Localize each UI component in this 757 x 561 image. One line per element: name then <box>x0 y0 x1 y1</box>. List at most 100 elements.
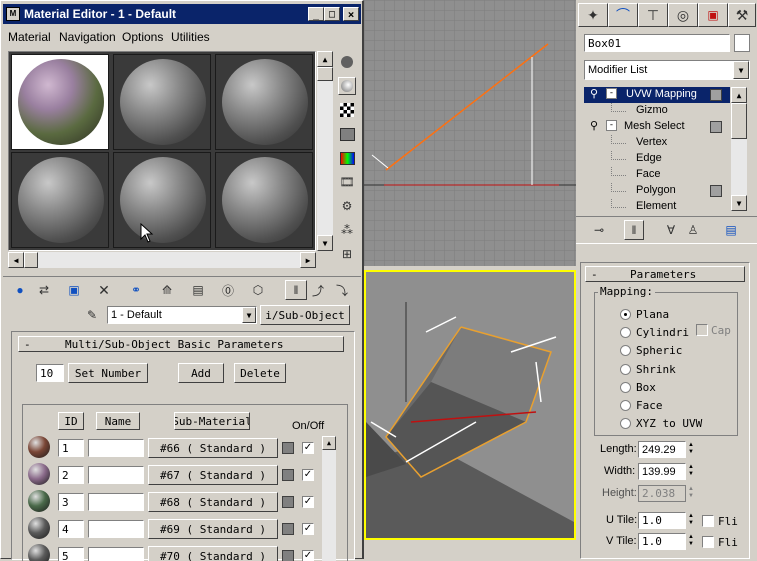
menu-options[interactable]: Options <box>122 30 163 44</box>
id-column-button[interactable]: ID <box>58 412 84 430</box>
set-number-button[interactable]: Set Number <box>68 363 148 383</box>
mapping-radio[interactable] <box>620 381 631 393</box>
submaterial-swatch-icon[interactable] <box>28 517 50 539</box>
object-color-swatch[interactable] <box>734 34 750 52</box>
go-to-parent-icon[interactable]: ⤴ <box>309 281 327 299</box>
parameters-rollout-header[interactable]: - Parameters <box>585 266 745 282</box>
make-unique-stack-icon[interactable]: ∀ <box>662 221 680 239</box>
background-checker-icon[interactable] <box>338 101 356 119</box>
submaterial-name-field[interactable] <box>88 493 144 511</box>
stack-scroll-up-button[interactable]: ▲ <box>731 87 747 103</box>
sample-uv-tiling-icon[interactable] <box>338 125 356 143</box>
scroll-right-button[interactable]: ▶ <box>300 252 316 268</box>
submaterial-swatch-icon[interactable] <box>28 436 50 458</box>
submaterial-color-swatch[interactable] <box>282 523 294 535</box>
put-to-scene-icon[interactable]: ⇄ <box>35 281 53 299</box>
mapping-radio[interactable] <box>620 363 631 375</box>
slots-horizontal-scrollbar[interactable]: ◀ ▶ <box>8 252 316 268</box>
menu-utilities[interactable]: Utilities <box>171 30 210 44</box>
submaterial-name-field[interactable] <box>88 466 144 484</box>
pin-stack-icon[interactable]: ⊸ <box>590 221 608 239</box>
width-spinner[interactable]: ▲ ▼ <box>687 464 695 478</box>
length-spinner[interactable]: ▲ ▼ <box>687 442 695 456</box>
slots-vertical-scrollbar[interactable]: ▲ ▼ <box>317 51 333 251</box>
display-tab-icon[interactable]: ▣ <box>698 3 728 27</box>
height-spinner[interactable]: ▲ ▼ <box>687 486 695 500</box>
show-end-result-icon[interactable]: ‖ <box>285 280 307 300</box>
scroll-down-button[interactable]: ▼ <box>317 235 333 251</box>
material-effects-channel-icon[interactable]: ⓪ <box>219 281 237 299</box>
scroll-thumb[interactable] <box>317 67 333 81</box>
cap-checkbox[interactable] <box>696 324 708 336</box>
configure-sets-icon[interactable]: ▤ <box>722 221 740 239</box>
utilities-tab-icon[interactable]: ⚒ <box>728 3 756 27</box>
close-button[interactable]: × <box>343 7 359 21</box>
expand-toggle-icon[interactable]: - <box>606 88 617 99</box>
options-icon[interactable]: ⚙ <box>338 197 356 215</box>
submaterial-button[interactable]: #68 ( Standard ) <box>148 492 278 512</box>
modifier-stack-item[interactable]: Edge <box>584 151 730 167</box>
submaterial-onoff-checkbox[interactable]: ✓ <box>302 523 314 535</box>
modifier-stack-item[interactable]: Element <box>584 199 730 212</box>
modifier-toggle-square[interactable] <box>710 89 722 101</box>
add-button[interactable]: Add <box>178 363 224 383</box>
put-to-library-icon[interactable]: ▤ <box>189 281 207 299</box>
submaterial-onoff-checkbox[interactable]: ✓ <box>302 469 314 481</box>
sample-slot-1[interactable] <box>11 54 109 150</box>
delete-button[interactable]: Delete <box>234 363 286 383</box>
submaterial-id-field[interactable]: 1 <box>58 439 84 457</box>
scroll-up-button[interactable]: ▲ <box>317 51 333 67</box>
submaterial-column-button[interactable]: Sub-Material <box>174 412 250 430</box>
h-scroll-thumb[interactable] <box>24 252 38 268</box>
modifier-toggle-square[interactable] <box>710 185 722 197</box>
select-by-material-icon[interactable]: ⁂ <box>338 221 356 239</box>
minimize-button[interactable]: _ <box>308 7 324 21</box>
object-name-field[interactable]: Box01 <box>584 34 730 52</box>
material-type-button[interactable]: i/Sub-Object <box>260 305 350 325</box>
perspective-viewport[interactable] <box>364 270 576 540</box>
vflip-checkbox[interactable] <box>702 536 714 548</box>
mapping-radio[interactable] <box>620 309 631 320</box>
modifier-stack-item[interactable]: Face <box>584 167 730 183</box>
submaterial-onoff-checkbox[interactable]: ✓ <box>302 496 314 508</box>
modifier-chevron-down-icon[interactable]: ▼ <box>733 61 749 79</box>
make-unique-icon[interactable]: ⟰ <box>158 281 176 299</box>
sample-type-icon[interactable] <box>338 53 356 71</box>
submaterial-onoff-checkbox[interactable]: ✓ <box>302 442 314 454</box>
mapping-option[interactable]: Shrink <box>620 363 730 377</box>
width-field[interactable]: 139.99 <box>638 463 686 480</box>
submaterial-name-field[interactable] <box>88 520 144 538</box>
submaterial-id-field[interactable]: 3 <box>58 493 84 511</box>
rows-scrollbar[interactable]: ▲ <box>322 436 336 561</box>
submaterial-color-swatch[interactable] <box>282 442 294 454</box>
mapping-radio[interactable] <box>620 345 631 357</box>
backlight-icon[interactable] <box>338 77 356 95</box>
submaterial-swatch-icon[interactable] <box>28 463 50 485</box>
remove-modifier-icon[interactable]: ♙ <box>684 221 702 239</box>
sample-slot-5[interactable] <box>113 152 211 248</box>
title-bar[interactable]: M Material Editor - 1 - Default _ □ × <box>3 4 361 24</box>
mapping-radio[interactable] <box>620 400 631 411</box>
modifier-stack-item[interactable]: ⚲ - Mesh Select <box>584 119 730 135</box>
utile-field[interactable]: 1.0 <box>638 512 686 529</box>
modify-tab-icon[interactable]: ⌒ <box>608 3 638 27</box>
lightbulb-icon[interactable]: ⚲ <box>590 87 598 100</box>
modifier-list-dropdown[interactable]: Modifier List ▼ <box>584 60 750 80</box>
mapping-radio[interactable] <box>620 327 631 339</box>
submaterial-id-field[interactable]: 4 <box>58 520 84 538</box>
vtile-field[interactable]: 1.0 <box>638 533 686 550</box>
submaterial-button[interactable]: #67 ( Standard ) <box>148 465 278 485</box>
submaterial-name-field[interactable] <box>88 439 144 457</box>
show-end-result-toggle-icon[interactable]: ‖ <box>624 220 644 240</box>
top-viewport[interactable] <box>364 0 576 266</box>
chevron-down-icon[interactable]: ▼ <box>242 307 256 323</box>
utile-spinner[interactable]: ▲ ▼ <box>687 513 695 527</box>
submaterial-onoff-checkbox[interactable]: ✓ <box>302 550 314 561</box>
mapping-option[interactable]: XYZ to UVW <box>620 417 730 431</box>
modifier-stack-item[interactable]: Vertex <box>584 135 730 151</box>
sample-slot-6[interactable] <box>215 152 313 248</box>
modifier-stack-item[interactable]: Gizmo <box>584 103 730 119</box>
submaterial-color-swatch[interactable] <box>282 469 294 481</box>
material-navigator-icon[interactable]: ⊞ <box>338 245 356 263</box>
material-name-dropdown[interactable]: 1 - Default ▼ <box>107 306 257 324</box>
